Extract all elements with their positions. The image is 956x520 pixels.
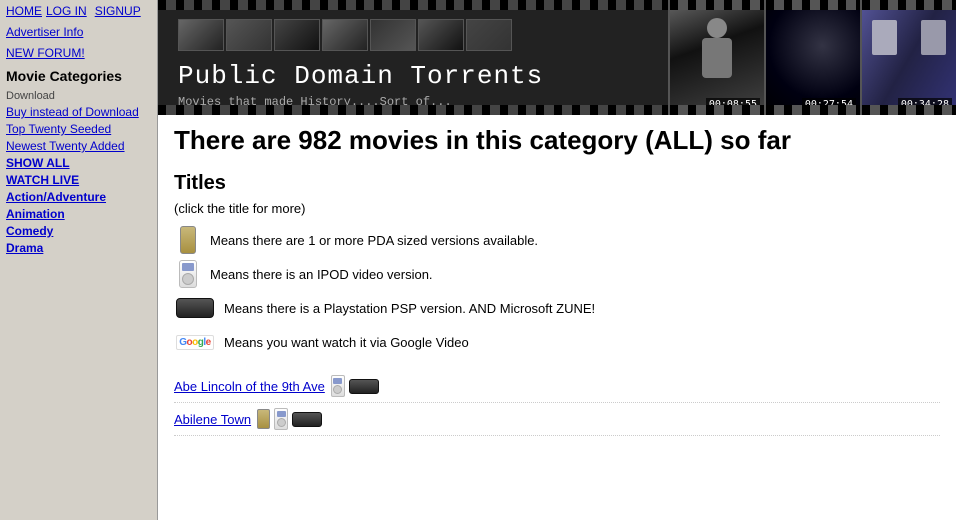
ipod-icon-abilene: [274, 408, 288, 430]
signup-link[interactable]: SIGNUP: [95, 4, 141, 18]
psp-icon-legend: [174, 294, 216, 322]
banner-time-3: 00:34:28: [898, 98, 952, 111]
titles-label: Titles: [174, 172, 940, 195]
sidebar-item-buy[interactable]: Buy instead of Download: [6, 105, 151, 119]
legend-pda-text: Means there are 1 or more PDA sized vers…: [210, 233, 538, 248]
login-link[interactable]: LOG IN: [46, 4, 87, 18]
sidebar-item-watchlive[interactable]: WATCH LIVE: [6, 173, 151, 187]
sidebar-item-action[interactable]: Action/Adventure: [6, 190, 151, 204]
sidebar-item-top20[interactable]: Top Twenty Seeded: [6, 122, 151, 136]
legend-google: Google Means you want watch it via Googl…: [174, 328, 940, 356]
pda-icon-abilene: [257, 409, 270, 429]
banner-thumb-2: 00:27:54: [764, 0, 860, 115]
sidebar-top-links: HOME LOG IN SIGNUP: [6, 4, 151, 18]
movie-list: Abe Lincoln of the 9th Ave Abilene Town: [174, 370, 940, 436]
legend-psp-text: Means there is a Playstation PSP version…: [224, 301, 595, 316]
sidebar-item-animation[interactable]: Animation: [6, 207, 151, 221]
sidebar-item-drama[interactable]: Drama: [6, 241, 151, 255]
pda-icon-legend: [174, 226, 202, 254]
movie-item-abilene: Abilene Town: [174, 403, 940, 436]
legend-google-text: Means you want watch it via Google Video: [224, 335, 469, 350]
banner-time-2: 00:27:54: [802, 98, 856, 111]
sidebar-item-newest20[interactable]: Newest Twenty Added: [6, 139, 151, 153]
download-label: Download: [6, 90, 151, 102]
psp-icon-abilene: [292, 412, 322, 427]
banner-thumb-1: 00:08:55: [668, 0, 764, 115]
movie-link-abe[interactable]: Abe Lincoln of the 9th Ave: [174, 379, 325, 394]
psp-icon-abe: [349, 379, 379, 394]
movie-icons-abe: [331, 375, 379, 397]
banner: Public Domain Torrents Movies that made …: [158, 0, 956, 115]
movie-item-abe: Abe Lincoln of the 9th Ave: [174, 370, 940, 403]
advertiser-link[interactable]: Advertiser Info: [6, 25, 83, 39]
legend-pda: Means there are 1 or more PDA sized vers…: [174, 226, 940, 254]
sidebar: HOME LOG IN SIGNUP Advertiser Info NEW F…: [0, 0, 158, 520]
titles-section: Titles (click the title for more) Means …: [174, 172, 940, 436]
click-note: (click the title for more): [174, 201, 940, 216]
banner-subtitle: Movies that made History....Sort of...: [178, 95, 648, 109]
categories-title: Movie Categories: [6, 68, 151, 84]
legend-psp: Means there is a Playstation PSP version…: [174, 294, 940, 322]
legend-ipod: Means there is an IPOD video version.: [174, 260, 940, 288]
google-icon-legend: Google: [174, 328, 216, 356]
movie-link-abilene[interactable]: Abilene Town: [174, 412, 251, 427]
sidebar-item-showall[interactable]: SHOW ALL: [6, 156, 151, 170]
content-area: There are 982 movies in this category (A…: [158, 115, 956, 520]
banner-time-1: 00:08:55: [706, 98, 760, 111]
banner-title: Public Domain Torrents: [178, 61, 648, 91]
legend-ipod-text: Means there is an IPOD video version.: [210, 267, 433, 282]
sidebar-item-comedy[interactable]: Comedy: [6, 224, 151, 238]
main-content: Public Domain Torrents Movies that made …: [158, 0, 956, 520]
home-link[interactable]: HOME: [6, 4, 42, 18]
page-heading: There are 982 movies in this category (A…: [174, 125, 940, 156]
banner-title-area: Public Domain Torrents Movies that made …: [158, 0, 668, 115]
ipod-icon-legend: [174, 260, 202, 288]
banner-thumb-3: 00:34:28: [860, 0, 956, 115]
forum-link[interactable]: NEW FORUM!: [6, 46, 85, 60]
ipod-icon-abe: [331, 375, 345, 397]
movie-icons-abilene: [257, 408, 322, 430]
